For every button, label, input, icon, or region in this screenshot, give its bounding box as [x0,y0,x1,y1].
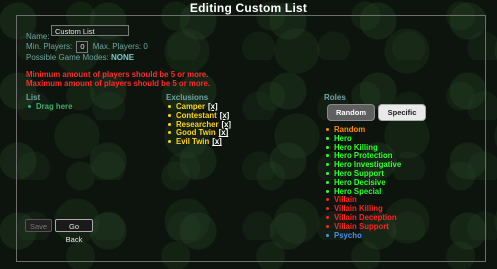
bullet-icon [326,233,329,237]
bullet-icon [326,163,329,167]
max-players-value: 0 [143,42,148,52]
edit-panel: Name: Custom List Min. Players: 0 Max. P… [16,15,486,262]
error-messages: Minimum amount of players should be 5 or… [26,70,210,88]
modes-value: NONE [110,53,135,62]
bullet-icon [326,215,329,219]
players-row: Min. Players: 0 Max. Players: 0 [26,41,148,53]
max-players-label: Max. Players: [92,42,142,52]
error-min-players: Minimum amount of players should be 5 or… [26,70,209,79]
bullet-icon [326,207,329,211]
bullet-icon [326,198,329,202]
save-button[interactable]: Save [25,219,52,232]
error-max-players: Maximum amount of players should be 5 or… [26,79,211,88]
exclusion-item: Evil Twin [x] [166,137,231,147]
bullet-icon [326,136,329,140]
list-heading: List [26,93,41,102]
exclusions-heading: Exclusions [166,93,209,102]
name-row: Name: Custom List [26,25,129,41]
bullet-icon [326,127,329,131]
bullet-icon [168,140,171,144]
modes-row: Possible Game Modes: NONE [26,53,134,62]
modes-label: Possible Game Modes: [26,53,109,62]
remove-exclusion-button[interactable]: [x] [212,137,222,146]
bullet-icon [168,122,171,126]
min-players-label: Min. Players: [26,42,73,52]
page-title: Editing Custom List [189,1,308,15]
bullet-icon [168,104,171,108]
name-label: Name: [26,32,50,41]
list-dropzone[interactable]: Drag here [26,102,72,112]
remove-exclusion-button[interactable]: [x] [220,111,230,120]
bullet-icon [168,131,171,135]
specific-tab-button[interactable]: Specific [378,104,426,121]
bullet-icon [326,171,329,175]
roles-heading: Roles [324,93,346,102]
remove-exclusion-button[interactable]: [x] [208,102,218,111]
list-item: Drag here [26,102,72,112]
bullet-icon [326,224,329,228]
bullet-icon [326,145,329,149]
exclusions-list: Camper [x] Contestant [x] Researcher [x] Go… [166,102,231,147]
min-players-input[interactable]: 0 [76,41,89,53]
bullet-icon [168,113,171,117]
bullet-icon [326,189,329,193]
remove-exclusion-button[interactable]: [x] [219,128,229,137]
remove-exclusion-button[interactable]: [x] [221,120,231,129]
role-item[interactable]: Psycho [324,231,401,241]
bullet-icon [326,154,329,158]
random-tab-button[interactable]: Random [327,104,375,121]
bullet-icon [326,180,329,184]
roles-list: Random Hero Hero Killing Hero Protection… [324,126,401,256]
name-input[interactable]: Custom List [51,25,129,36]
bullet-icon [28,104,31,108]
go-back-button[interactable]: Go Back [55,219,93,244]
